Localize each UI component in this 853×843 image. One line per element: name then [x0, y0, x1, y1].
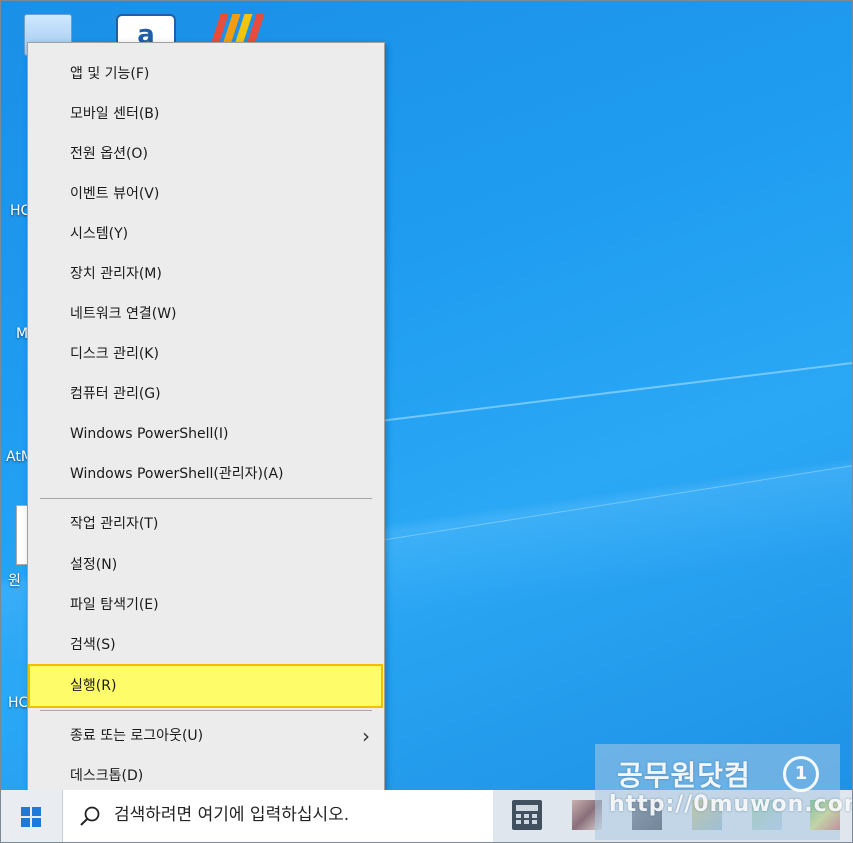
menu-item-label: Windows PowerShell(관리자)(A) [70, 466, 284, 482]
desktop-icon-label[interactable]: 원 [8, 570, 21, 590]
menu-item-search[interactable]: 검색(S) [28, 625, 384, 665]
watermark-url: http://0muwon.com [609, 792, 853, 817]
menu-item-settings[interactable]: 설정(N) [28, 545, 384, 585]
menu-item-label: 검색(S) [70, 637, 116, 653]
menu-item-computer-management[interactable]: 컴퓨터 관리(G) [28, 374, 384, 414]
winx-context-menu: 앱 및 기능(F) 모바일 센터(B) 전원 옵션(O) 이벤트 뷰어(V) 시… [27, 42, 385, 806]
menu-item-mobility-center[interactable]: 모바일 센터(B) [28, 94, 384, 134]
menu-item-powershell-admin[interactable]: Windows PowerShell(관리자)(A) [28, 454, 384, 494]
start-button[interactable] [0, 790, 62, 843]
menu-item-label: 설정(N) [70, 557, 118, 573]
menu-item-label: 네트워크 연결(W) [70, 306, 177, 322]
menu-item-run[interactable]: 실행(R) [28, 664, 383, 708]
windows-logo-icon [21, 807, 41, 827]
chevron-right-icon: › [362, 724, 370, 748]
menu-item-label: 컴퓨터 관리(G) [70, 386, 161, 402]
menu-item-label: 장치 관리자(M) [70, 266, 162, 282]
menu-item-label: 종료 또는 로그아웃(U) [70, 728, 204, 744]
menu-item-apps-features[interactable]: 앱 및 기능(F) [28, 54, 384, 94]
watermark-title: 공무원닷컴 [617, 759, 751, 792]
menu-item-label: 디스크 관리(K) [70, 346, 159, 362]
menu-item-event-viewer[interactable]: 이벤트 뷰어(V) [28, 174, 384, 214]
search-icon [80, 806, 100, 826]
desktop-icon-label[interactable]: HC [8, 695, 28, 711]
menu-item-label: Windows PowerShell(I) [70, 426, 229, 442]
menu-item-shutdown-signout[interactable]: 종료 또는 로그아웃(U) › [28, 716, 384, 756]
menu-item-power-options[interactable]: 전원 옵션(O) [28, 134, 384, 174]
menu-item-task-manager[interactable]: 작업 관리자(T) [28, 504, 384, 544]
calculator-icon[interactable] [512, 800, 542, 830]
menu-item-label: 전원 옵션(O) [70, 146, 148, 162]
watermark-badge: 1 [783, 756, 819, 792]
menu-item-label: 앱 및 기능(F) [70, 66, 150, 82]
menu-separator [40, 498, 372, 499]
menu-item-file-explorer[interactable]: 파일 탐색기(E) [28, 585, 384, 625]
menu-item-disk-management[interactable]: 디스크 관리(K) [28, 334, 384, 374]
menu-item-system[interactable]: 시스템(Y) [28, 214, 384, 254]
menu-item-label: 시스템(Y) [70, 226, 129, 242]
search-placeholder: 검색하려면 여기에 입력하십시오. [114, 805, 350, 825]
taskbar-search-box[interactable]: 검색하려면 여기에 입력하십시오. [62, 790, 493, 843]
menu-item-label: 작업 관리자(T) [70, 516, 159, 532]
watermark: 공무원닷컴 1 http://0muwon.com [595, 744, 853, 840]
menu-item-device-manager[interactable]: 장치 관리자(M) [28, 254, 384, 294]
menu-separator [40, 710, 372, 711]
menu-item-label: 파일 탐색기(E) [70, 597, 159, 613]
menu-item-label: 이벤트 뷰어(V) [70, 186, 160, 202]
menu-item-powershell[interactable]: Windows PowerShell(I) [28, 414, 384, 454]
menu-item-network-connections[interactable]: 네트워크 연결(W) [28, 294, 384, 334]
menu-item-label: 모바일 센터(B) [70, 106, 160, 122]
menu-item-label: 실행(R) [70, 678, 117, 694]
